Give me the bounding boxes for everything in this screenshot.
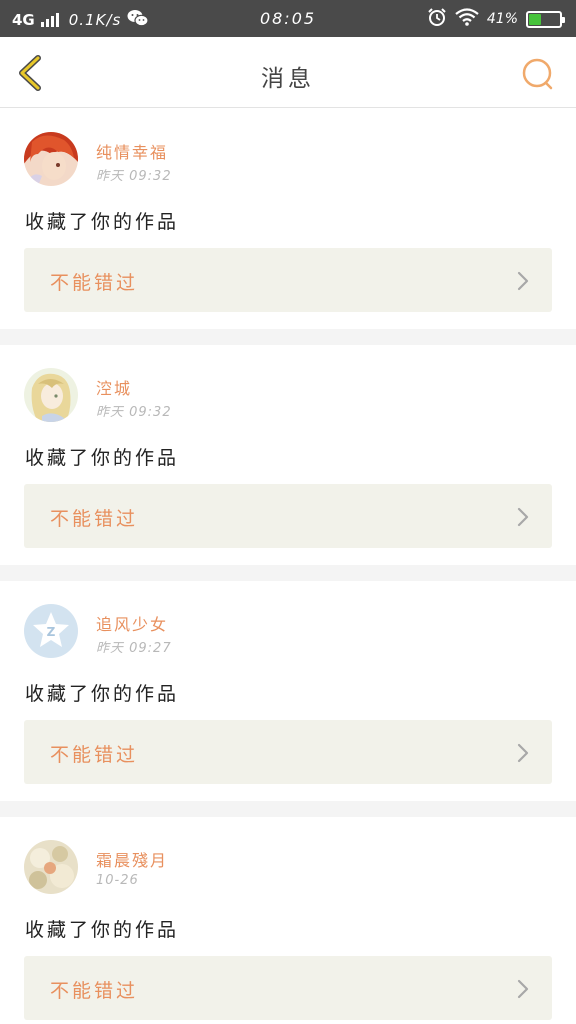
message-item: Z 追风少女 昨天 09:27 收藏了你的作品 不能错过: [0, 581, 576, 801]
work-link[interactable]: 不能错过: [24, 720, 552, 784]
work-link[interactable]: 不能错过: [24, 484, 552, 548]
user-name[interactable]: 涳城: [96, 375, 132, 399]
message-item: 霜晨殘月 10-26 收藏了你的作品 不能错过: [0, 817, 576, 1024]
action-text: 收藏了你的作品: [25, 919, 180, 941]
svg-text:Z: Z: [47, 625, 56, 639]
chevron-right-icon: [516, 506, 530, 528]
action-text: 收藏了你的作品: [25, 683, 180, 705]
action-text: 收藏了你的作品: [25, 447, 180, 469]
message-time: 昨天 09:32: [96, 405, 172, 420]
search-icon[interactable]: [520, 56, 556, 92]
alarm-icon: [427, 7, 447, 31]
chevron-right-icon: [516, 742, 530, 764]
avatar[interactable]: [24, 368, 78, 422]
message-item: 纯情幸福 昨天 09:32 收藏了你的作品 不能错过: [0, 109, 576, 329]
battery-icon: [526, 10, 565, 28]
chevron-right-icon: [516, 978, 530, 1000]
battery-percent: 41%: [486, 11, 518, 27]
avatar[interactable]: [24, 132, 78, 186]
work-title: 不能错过: [50, 980, 139, 1002]
work-link[interactable]: 不能错过: [24, 248, 552, 312]
work-title: 不能错过: [50, 508, 139, 530]
message-list: 纯情幸福 昨天 09:32 收藏了你的作品 不能错过 涳城 昨天 09:32 收…: [0, 109, 576, 1024]
user-name[interactable]: 追风少女: [96, 611, 168, 635]
status-bar: 4G 0.1K/s 08:05 41%: [0, 0, 576, 37]
user-name[interactable]: 霜晨殘月: [96, 847, 168, 871]
divider: [0, 329, 576, 345]
chevron-right-icon: [516, 270, 530, 292]
status-right: 41%: [427, 7, 565, 31]
battery-fill: [529, 13, 542, 25]
user-name[interactable]: 纯情幸福: [96, 139, 168, 163]
work-link[interactable]: 不能错过: [24, 956, 552, 1020]
work-title: 不能错过: [50, 272, 139, 294]
message-time: 昨天 09:32: [96, 169, 172, 184]
wifi-icon: [455, 8, 479, 30]
divider: [0, 801, 576, 817]
message-item: 涳城 昨天 09:32 收藏了你的作品 不能错过: [0, 345, 576, 565]
avatar[interactable]: Z: [24, 604, 78, 658]
work-title: 不能错过: [50, 744, 139, 766]
message-time: 10-26: [96, 873, 139, 888]
action-text: 收藏了你的作品: [25, 211, 180, 233]
avatar[interactable]: [24, 840, 78, 894]
divider: [0, 565, 576, 581]
header-bar: 消息: [0, 37, 576, 108]
page-title: 消息: [261, 66, 315, 92]
message-time: 昨天 09:27: [96, 641, 172, 656]
